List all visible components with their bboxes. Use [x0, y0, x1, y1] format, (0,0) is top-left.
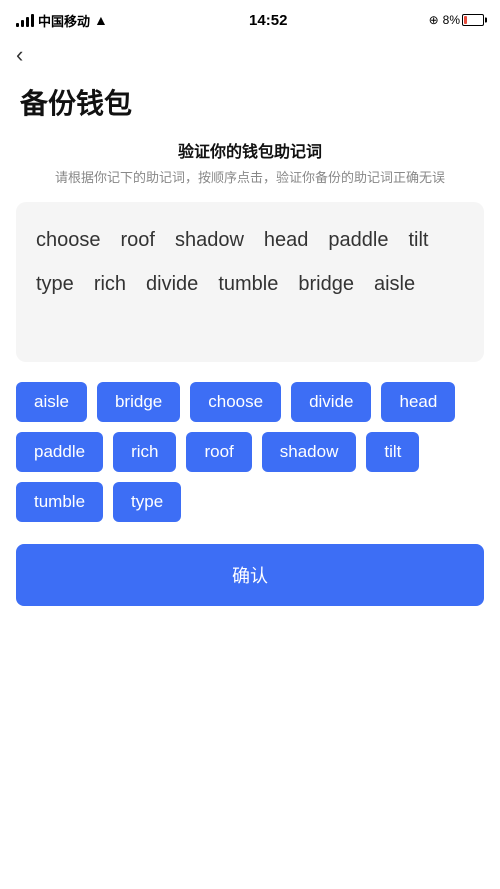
battery-fill [464, 16, 467, 24]
word-display-inner: choose roof shadow head paddle tilt type richdi… [36, 222, 464, 302]
signal-icon [16, 13, 34, 27]
back-button[interactable]: ‹ [16, 44, 23, 66]
display-word: choose [36, 222, 101, 258]
word-chip[interactable]: type [113, 482, 181, 522]
display-word: bridge [298, 266, 354, 302]
display-word: aisle [374, 266, 415, 302]
status-bar: 中国移动 ▲ 14:52 ⊕ 8% [0, 0, 500, 36]
nav-bar: ‹ [0, 36, 500, 74]
status-left: 中国移动 ▲ [16, 11, 108, 30]
clock: 14:52 [249, 12, 287, 29]
battery-percent: 8% [443, 13, 460, 27]
location-icon: ⊕ [429, 13, 439, 27]
word-chips-section: aislebridgechoosedividehead paddlerichroo… [16, 382, 484, 522]
word-chip[interactable]: divide [291, 382, 371, 422]
display-word: rich [94, 266, 126, 302]
word-chip[interactable]: tumble [16, 482, 103, 522]
status-right: ⊕ 8% [429, 13, 484, 27]
word-chip[interactable]: rich [113, 432, 176, 472]
word-chip[interactable]: bridge [97, 382, 180, 422]
battery: 8% [443, 13, 484, 27]
section-description: 请根据你记下的助记词，按顺序点击，验证你备份的助记词正确无误 [0, 168, 500, 188]
display-word: shadow [175, 222, 244, 258]
word-chip[interactable]: paddle [16, 432, 103, 472]
word-chip[interactable]: roof [186, 432, 251, 472]
word-chip[interactable]: tilt [366, 432, 419, 472]
carrier-label: 中国移动 [38, 11, 90, 30]
wifi-icon: ▲ [94, 12, 108, 28]
display-word: type [36, 266, 74, 302]
display-word: tumble [218, 266, 278, 302]
display-word: head [264, 222, 309, 258]
word-chip[interactable]: head [381, 382, 455, 422]
display-word: roof [121, 222, 155, 258]
display-word: divide [146, 266, 198, 302]
word-chip[interactable]: aisle [16, 382, 87, 422]
battery-icon [462, 14, 484, 26]
word-chip[interactable]: choose [190, 382, 281, 422]
word-chip[interactable]: shadow [262, 432, 357, 472]
confirm-button[interactable]: 确认 [16, 544, 484, 606]
word-display-box: choose roof shadow head paddle tilt type richdi… [16, 202, 484, 362]
display-word: tilt [408, 222, 428, 258]
chips-grid: aislebridgechoosedividehead paddlerichroo… [16, 382, 484, 522]
confirm-button-wrap: 确认 [16, 544, 484, 606]
section-heading: 验证你的钱包助记词 [0, 138, 500, 162]
page-title: 备份钱包 [0, 74, 500, 138]
display-word: paddle [328, 222, 388, 258]
